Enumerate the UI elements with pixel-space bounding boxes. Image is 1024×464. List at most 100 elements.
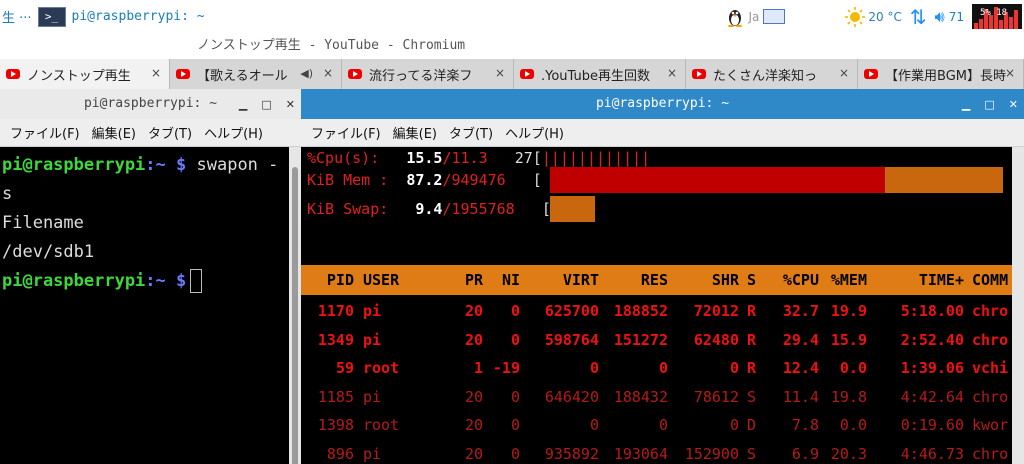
process-shr-cell: 78612 [693,387,739,406]
ime-label[interactable]: Ja [748,10,759,24]
tab-title: 【作業用BGM】長時 [885,68,1006,84]
process-time-cell: 4:46.73 [900,444,964,463]
taskbar-window-title[interactable]: pi@raspberrypi: ~ [72,9,205,24]
tab-close-icon[interactable]: × [1005,66,1015,80]
process-ni-cell: 0 [510,330,520,349]
process-comm-cell: kwor [972,416,1009,434]
output-line: Filename [2,213,84,233]
col-ni[interactable]: NI [488,265,520,295]
network-updown-icon[interactable]: ⇅ [910,5,927,29]
col-user[interactable]: USER [363,265,399,295]
menu-file[interactable]: ファイル(F) [311,123,381,142]
process-cpu-cell: 11.4 [782,387,819,406]
tab-close-icon[interactable]: × [151,66,161,80]
left-terminal-scrollbar[interactable] [289,147,301,464]
close-icon[interactable]: ✕ [1009,98,1018,111]
process-row[interactable]: 59 root 1 -19 0 0 0 R 12.4 0.0 1:39.06 vchi [301,354,1012,382]
menu-help[interactable]: ヘルプ(H) [505,123,564,142]
close-icon[interactable]: ✕ [286,98,295,111]
process-row[interactable]: 1185 pi 20 0 646420 188432 78612 S 11.4 19.8 4:42.… [301,383,1012,411]
process-row[interactable]: 1349 pi 20 0 598764 151272 62480 R 29.4 15.9 2:52.… [301,326,1012,354]
process-row[interactable]: 1170 pi 20 0 625700 188852 72012 R 32.7 19.9 5:18.… [301,297,1012,325]
minimize-icon[interactable]: ▁ [239,98,247,111]
cpu-meter-label: %Cpu(s): [307,149,380,167]
tab-close-icon[interactable]: × [839,66,849,80]
menu-tabs[interactable]: タブ(T) [449,123,493,142]
col-cpu[interactable]: %CPU [763,265,819,295]
right-terminal-window: pi@raspberrypi: ~ ▁ □ ✕ ファイル(F) 編集(E) タブ… [301,89,1024,464]
cpu-meter-tail: /11.3 [442,149,488,167]
process-row[interactable]: 1398 root 20 0 0 0 0 D 7.8 0.0 0:19.60 kwor [301,411,1012,439]
process-cpu-cell: 29.4 [782,330,819,349]
process-ni-cell: 0 [510,444,520,463]
browser-tab[interactable]: .YouTube再生回数 × [514,59,686,89]
right-terminal-scrollbar[interactable] [1012,147,1024,464]
menu-edit[interactable]: 編集(E) [92,123,136,142]
youtube-icon [176,69,190,79]
tab-audio-icon[interactable]: ◀) [300,67,313,80]
tab-close-icon[interactable]: × [323,66,333,80]
mem-meter: KiB Mem : 87.2/949476 [ [307,167,542,193]
tab-close-icon[interactable]: × [495,66,505,80]
scrollbar-thumb[interactable] [292,167,298,464]
menu-file[interactable]: ファイル(F) [10,123,80,142]
process-res-cell: 193064 [613,444,668,463]
col-mem[interactable]: %MEM [823,265,867,295]
volume-icon[interactable]: 🔊︎ [935,7,945,27]
menu-help[interactable]: ヘルプ(H) [204,123,263,142]
terminal-icon[interactable]: >_ [37,6,66,27]
process-shr-cell: 0 [729,416,739,434]
tab-close-icon[interactable]: × [667,66,677,80]
process-pr-cell: 1 [473,359,483,377]
col-state[interactable]: S [747,265,756,295]
app-menu-label[interactable]: 生 ··· [2,7,32,26]
htop-view[interactable]: %Cpu(s): 15.5/11.3 27[|||||||||||| KiB M… [301,147,1012,464]
menu-tabs[interactable]: タブ(T) [148,123,192,142]
process-comm-cell: vchi [972,359,1009,377]
keyboard-icon[interactable] [763,9,786,24]
col-command[interactable]: COMM [972,265,1008,295]
process-pr-cell: 20 [464,387,483,406]
left-terminal-output[interactable]: pi@raspberrypi:~ $ swapon -s Filename /d… [0,147,289,464]
cpu-monitor-graph[interactable]: 5% 18 [972,4,1022,29]
process-ni-cell: -19 [492,359,520,377]
process-mem-cell: 19.9 [830,302,867,320]
browser-tab[interactable]: 【歌えるオール ◀) × [170,59,342,89]
process-mem-cell: 20.3 [830,444,867,463]
menu-edit[interactable]: 編集(E) [393,123,437,142]
process-time-cell: 2:52.40 [900,330,964,349]
col-virt[interactable]: VIRT [526,265,599,295]
col-time[interactable]: TIME+ [886,265,964,295]
volume-level: 71 [948,9,964,24]
process-user-cell: pi [363,330,382,349]
left-terminal-window: pi@raspberrypi: ~ ▁ □ ✕ ファイル(F) 編集(E) タブ… [0,89,301,464]
process-ni-cell: 0 [510,416,520,434]
col-res[interactable]: RES [605,265,668,295]
maximize-icon[interactable]: □ [984,98,994,111]
col-shr[interactable]: SHR [671,265,739,295]
cpu-meter-count: 27[ [514,149,542,167]
tux-icon[interactable] [726,7,744,27]
browser-tab[interactable]: ノンストップ再生 × [0,59,170,89]
chromium-tab-strip: ノンストップ再生 × 【歌えるオール ◀) × 流行ってる洋楽フ × .YouT… [0,59,1024,89]
process-table-header[interactable]: PID USER PR NI VIRT RES SHR S %CPU %MEM … [301,265,1012,295]
col-pid[interactable]: PID [301,265,354,295]
process-res-cell: 0 [658,359,668,377]
browser-tab[interactable]: 【作業用BGM】長時 × [858,59,1024,89]
col-pr[interactable]: PR [451,265,483,295]
process-pr-cell: 20 [464,444,483,463]
browser-tab[interactable]: たくさん洋楽知っ × [686,59,858,89]
swap-meter-value: 9.4 [415,200,443,218]
cpu-meter-value: 15.5 [406,149,443,167]
process-cpu-cell: 32.7 [782,302,819,320]
minimize-icon[interactable]: ▁ [962,98,970,111]
browser-tab[interactable]: 流行ってる洋楽フ × [342,59,514,89]
mem-used-bar [550,167,885,193]
process-res-cell: 0 [658,416,668,434]
process-res-cell: 188432 [613,387,668,406]
process-row[interactable]: 896 pi 20 0 935892 193064 152900 S 6.9 20.3 4:46.7… [301,440,1012,464]
weather-sun-icon[interactable] [845,6,866,27]
process-res-cell: 151272 [613,330,668,349]
maximize-icon[interactable]: □ [261,98,271,111]
right-terminal-title[interactable]: pi@raspberrypi: ~ [301,89,1024,119]
